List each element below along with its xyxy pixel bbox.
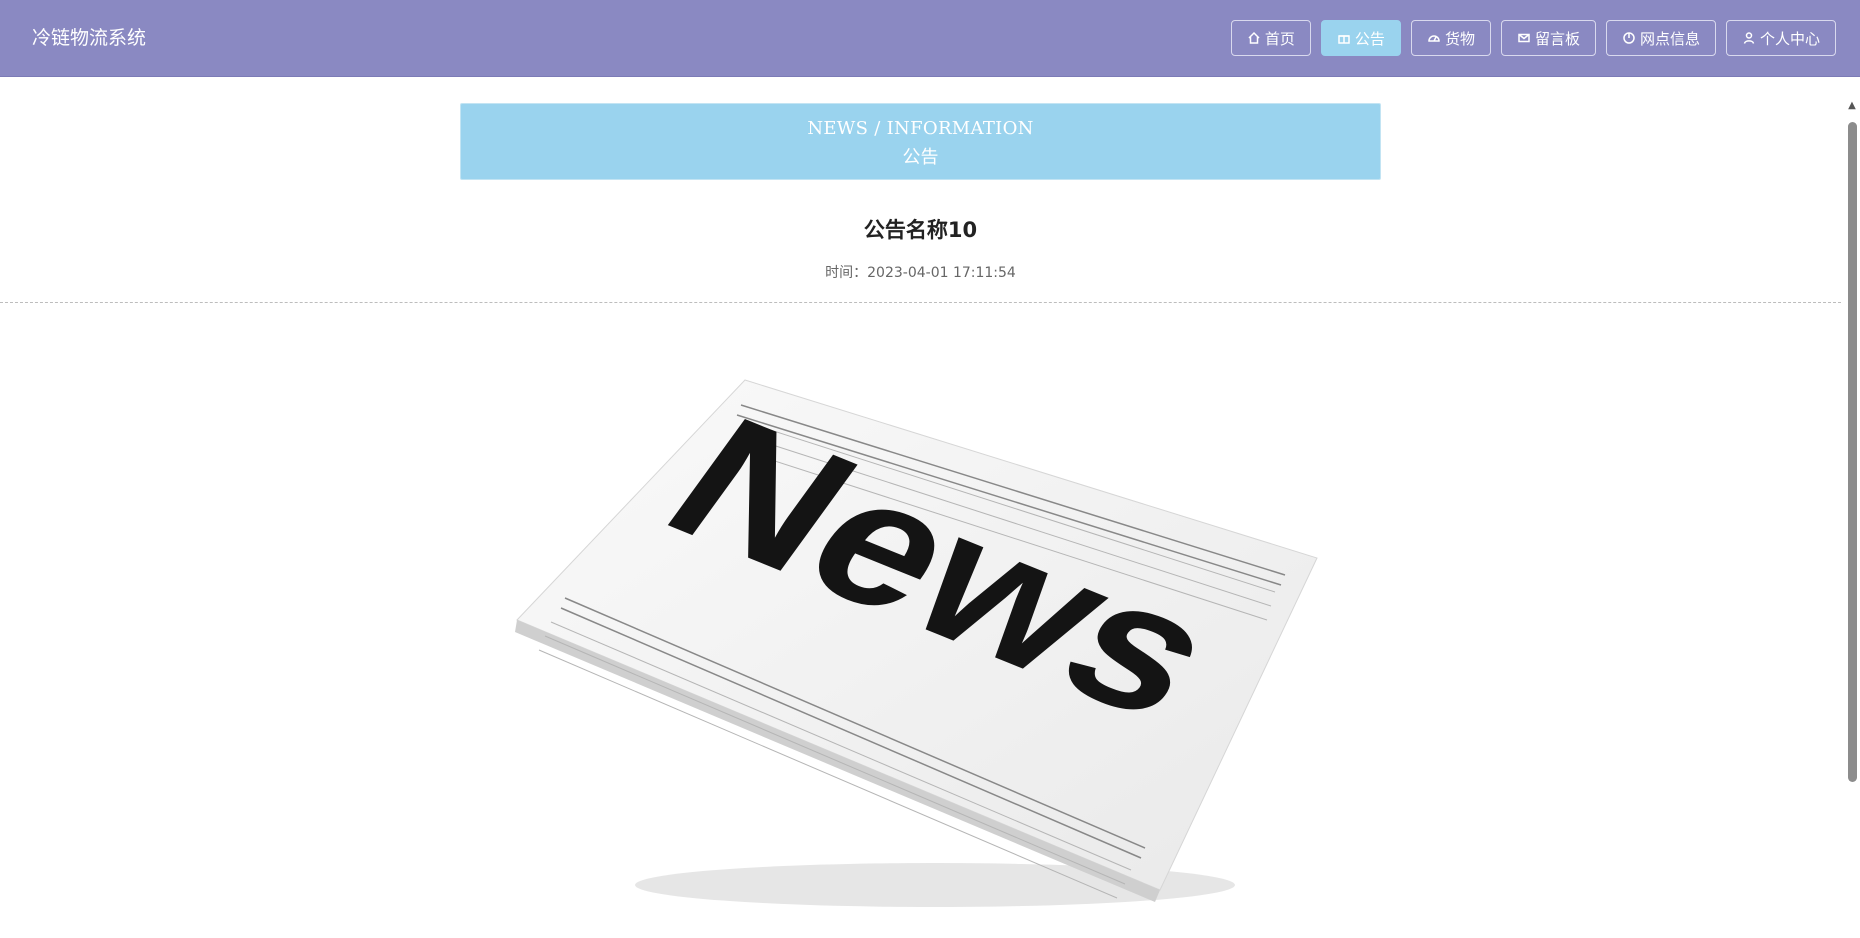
scroll-up-arrow-icon[interactable]: ▲ [1846,100,1858,112]
banner-chinese-title: 公告 [902,147,939,168]
nav-home-button[interactable]: 首页 [1230,20,1311,56]
gauge-icon [1428,35,1440,42]
nav-notice-label: 公告 [1354,29,1385,48]
nav-notice-button[interactable]: 公告 [1320,20,1401,56]
main-nav: 首页 公告 货物 留言板 网点信息 个人中心 [1230,20,1836,56]
nav-goods-label: 货物 [1444,29,1475,48]
nav-goods-button[interactable]: 货物 [1410,20,1491,56]
article-title: 公告名称10 [863,218,978,242]
nav-user-center-button[interactable]: 个人中心 [1725,20,1836,56]
home-icon [1248,31,1260,44]
user-icon [1743,32,1755,44]
article-meta: 时间：2023-04-01 17:11:54 [0,262,1841,282]
mail-icon [1518,33,1530,43]
nav-message-board-label: 留言板 [1534,29,1580,48]
section-banner: NEWS / INFORMATION 公告 [460,103,1381,180]
time-label: 时间： [825,265,868,281]
nav-outlet-info-button[interactable]: 网点信息 [1605,20,1716,56]
gift-icon [1338,35,1350,44]
newspaper-image: News [515,379,1318,907]
site-brand[interactable]: 冷链物流系统 [32,0,146,76]
nav-home-label: 首页 [1264,29,1295,48]
top-navbar: 冷链物流系统 首页 公告 货物 留言板 网点信息 个人中心 [0,0,1860,77]
time-value: 2023-04-01 17:11:54 [867,265,1016,281]
title-divider [0,302,1841,303]
nav-outlet-info-label: 网点信息 [1639,29,1700,48]
nav-message-board-button[interactable]: 留言板 [1500,20,1596,56]
power-icon [1623,32,1635,44]
banner-english-title: NEWS / INFORMATION [807,118,1034,139]
scrollbar-thumb[interactable] [1848,122,1857,782]
nav-user-center-label: 个人中心 [1759,29,1820,48]
